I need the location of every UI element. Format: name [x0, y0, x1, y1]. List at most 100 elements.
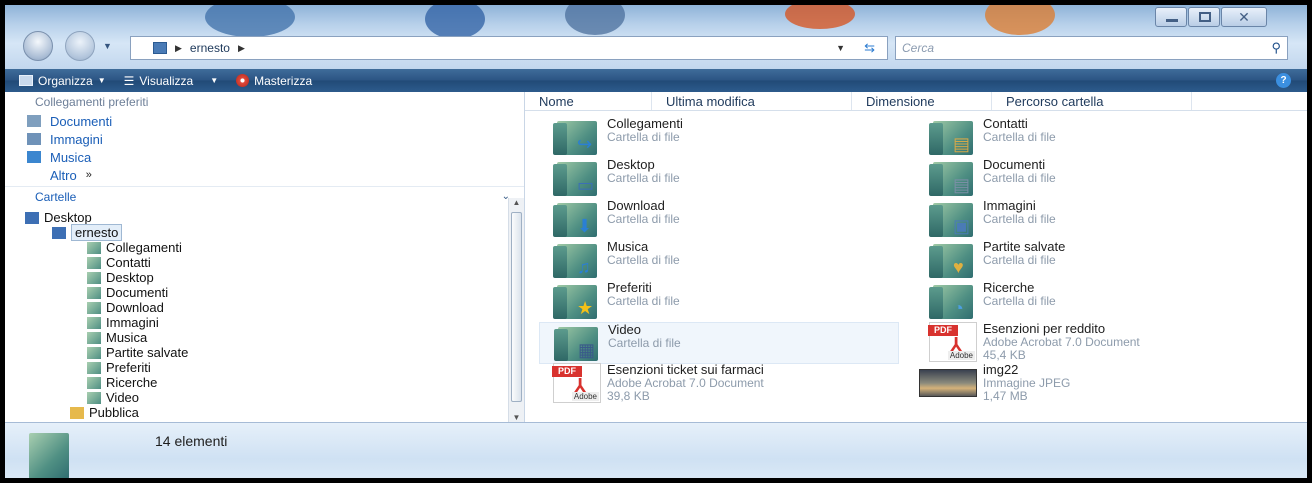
folder-documents-icon: ▤	[915, 158, 975, 198]
tree-item[interactable]: Video	[5, 390, 510, 405]
file-name: Partite salvate	[983, 239, 1066, 254]
column-percorso-cartella[interactable]: Percorso cartella	[992, 92, 1192, 110]
file-item[interactable]: ▤ Documenti Cartella di file	[915, 158, 1056, 198]
file-type: Cartella di file	[607, 130, 680, 144]
file-name: Esenzioni per reddito	[983, 321, 1106, 336]
file-type: Cartella di file	[983, 294, 1056, 308]
tree-item-label: Pubblica	[89, 405, 139, 420]
folder-icon	[87, 301, 101, 314]
masterizza-button[interactable]: Masterizza	[236, 74, 312, 88]
file-item[interactable]: ▣ Immagini Cartella di file	[915, 199, 1056, 239]
organizza-label: Organizza	[38, 73, 93, 88]
folder-icon	[87, 331, 101, 344]
tree-item-label: Immagini	[106, 315, 159, 330]
file-item[interactable]: ▤ Contatti Cartella di file	[915, 117, 1056, 157]
file-item[interactable]: ★ Preferiti Cartella di file	[539, 281, 680, 321]
file-item[interactable]: PDF ⅄ Adobe Esenzioni ticket sui farmaci Ado…	[539, 363, 764, 403]
file-item[interactable]: ♫ Musica Cartella di file	[539, 240, 680, 280]
maximize-button[interactable]	[1188, 7, 1220, 27]
tree-item[interactable]: Desktop	[5, 210, 510, 225]
search-placeholder: Cerca	[902, 41, 935, 55]
explorer-window: ✕ ▼ ▶ ernesto ▶ ▼ ⇆ Cerca ⚲ Organizza ▼ ☰…	[0, 0, 1312, 483]
column-ultima-modifica[interactable]: Ultima modifica	[652, 92, 852, 110]
folders-header[interactable]: Cartelle ⌄	[5, 186, 524, 206]
tree-item[interactable]: Ricerche	[5, 375, 510, 390]
tree-item[interactable]: ernesto	[5, 224, 510, 241]
favorite-immagini[interactable]: Immagini	[5, 130, 524, 148]
search-input[interactable]: Cerca ⚲	[895, 36, 1288, 60]
masterizza-label: Masterizza	[254, 73, 313, 88]
file-item[interactable]: ↪ Collegamenti Cartella di file	[539, 117, 683, 157]
file-type: Cartella di file	[983, 130, 1056, 144]
tree-item[interactable]: Partite salvate	[5, 345, 510, 360]
tree-item[interactable]: Contatti	[5, 255, 510, 270]
file-type: Cartella di file	[607, 171, 680, 185]
address-bar[interactable]: ▶ ernesto ▶ ▼ ⇆	[130, 36, 888, 60]
folder-icon	[87, 391, 101, 404]
tree-item[interactable]: Collegamenti	[5, 240, 510, 255]
minimize-button[interactable]	[1155, 7, 1187, 27]
breadcrumb-chevron-icon[interactable]: ▶	[238, 43, 245, 54]
tree-item[interactable]: Pubblica	[5, 405, 510, 420]
recent-pages-dropdown[interactable]: ▼	[103, 41, 112, 51]
column-dimensione[interactable]: Dimensione	[852, 92, 992, 110]
file-item[interactable]: PDF ⅄ Adobe Esenzioni per reddito Adobe Acro…	[915, 322, 1140, 362]
folder-saved-games-icon: ♥	[915, 240, 975, 280]
tree-scrollbar[interactable]: ▲ ▼	[508, 198, 524, 422]
pdf-icon: PDF ⅄ Adobe	[539, 363, 601, 403]
help-icon[interactable]: ?	[1276, 73, 1291, 88]
scrollbar-thumb[interactable]	[511, 212, 522, 402]
breadcrumb-chevron-icon[interactable]: ▶	[175, 43, 182, 54]
forward-button[interactable]	[65, 31, 95, 61]
tree-item[interactable]: Documenti	[5, 285, 510, 300]
tree-item[interactable]: Desktop	[5, 270, 510, 285]
file-item[interactable]: ▭ Desktop Cartella di file	[539, 158, 680, 198]
file-size: 45,4 KB	[983, 348, 1026, 362]
tree-item-label: Collegamenti	[106, 240, 182, 255]
refresh-icon[interactable]: ⇆	[864, 40, 875, 56]
address-dropdown-icon[interactable]: ▼	[836, 43, 845, 53]
file-item[interactable]: ♥ Partite salvate Cartella di file	[915, 240, 1065, 280]
favorite-musica[interactable]: Musica	[5, 148, 524, 166]
burn-disc-icon	[236, 74, 250, 87]
tree-item[interactable]: Preferiti	[5, 360, 510, 375]
item-count: 14 elementi	[155, 433, 228, 449]
close-button[interactable]: ✕	[1221, 7, 1267, 27]
altro-link[interactable]: Altro»	[5, 166, 524, 184]
column-nome[interactable]: Nome	[525, 92, 652, 110]
search-icon[interactable]: ⚲	[1271, 40, 1281, 56]
file-item[interactable]: ⬇ Download Cartella di file	[539, 199, 680, 239]
file-type: Cartella di file	[983, 171, 1056, 185]
file-item[interactable]: ◔ Ricerche Cartella di file	[915, 281, 1056, 321]
tree-item-label: Musica	[106, 330, 148, 345]
favorite-documenti[interactable]: Documenti	[5, 112, 524, 130]
file-name: img22	[983, 362, 1019, 377]
breadcrumb-ernesto[interactable]: ernesto	[190, 41, 230, 55]
folder-icon	[87, 361, 101, 374]
tree-item[interactable]: Musica	[5, 330, 510, 345]
tree-item-label: Documenti	[106, 285, 169, 300]
organizza-menu[interactable]: Organizza ▼	[19, 74, 106, 88]
library-icon	[29, 433, 69, 478]
folders-label: Cartelle	[35, 189, 77, 204]
folder-downloads-icon: ⬇	[539, 199, 599, 239]
tree-item[interactable]: Download	[5, 300, 510, 315]
visualizza-menu[interactable]: ☰ Visualizza ▼	[124, 74, 219, 88]
file-type: Cartella di file	[607, 294, 680, 308]
file-name: Download	[607, 198, 665, 213]
file-item[interactable]: ▦ Video Cartella di file	[539, 322, 899, 364]
folder-icon	[87, 376, 101, 389]
file-item[interactable]: img22 Immagine JPEG 1,47 MB	[915, 363, 1070, 403]
favorite-label: Musica	[50, 149, 92, 165]
folder-icon	[52, 226, 66, 239]
file-name: Documenti	[983, 157, 1046, 172]
tree-item[interactable]: Immagini	[5, 315, 510, 330]
views-icon: ☰	[123, 73, 135, 88]
folder-icon	[87, 316, 101, 329]
pictures-icon	[27, 133, 41, 145]
back-button[interactable]	[23, 31, 53, 61]
folder-icon	[87, 286, 101, 299]
file-name: Video	[608, 322, 642, 337]
folder-pictures-icon: ▣	[915, 199, 975, 239]
visualizza-label: Visualizza	[139, 73, 194, 88]
